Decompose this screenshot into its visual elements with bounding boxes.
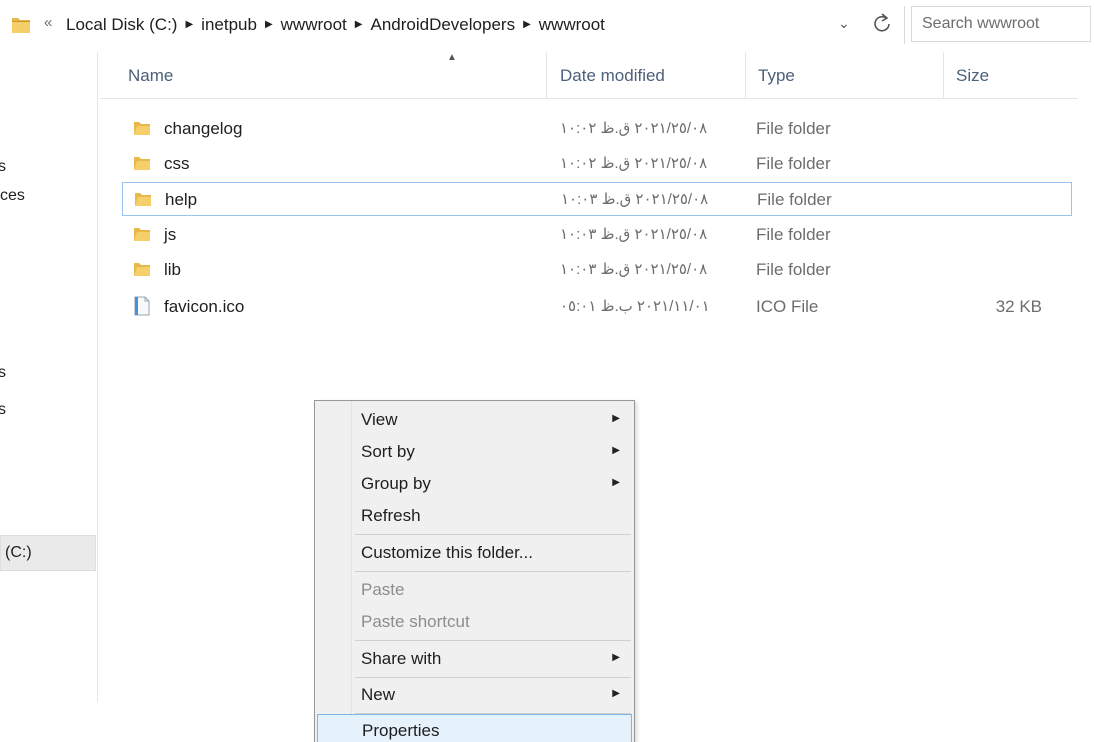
- submenu-arrow-icon: ▶: [612, 688, 620, 699]
- breadcrumb-separator-icon[interactable]: ▶: [185, 19, 193, 30]
- context-menu-item-properties[interactable]: Properties: [317, 714, 632, 742]
- column-header-size[interactable]: Size: [956, 66, 989, 86]
- file-row-changelog[interactable]: changelog ٢٠٢١/٢٥/٠٨ ق.ظ ١٠:٠٢ File fold…: [122, 112, 1072, 146]
- menu-item-label: Group by: [361, 474, 431, 493]
- file-size: 32 KB: [995, 297, 1042, 316]
- file-type: File folder: [756, 154, 831, 173]
- context-menu-item-customize-folder[interactable]: Customize this folder...: [317, 537, 632, 569]
- refresh-icon[interactable]: [870, 11, 894, 37]
- file-explorer-window: « Local Disk (C:) ▶ inetpub ▶ wwwroot ▶ …: [0, 0, 1094, 742]
- file-name: changelog: [164, 119, 243, 138]
- column-headers: ▲ Name Date modified Type Size: [100, 52, 1078, 99]
- file-date-modified: ٢٠٢١/٢٥/٠٨ ق.ظ ١٠:٠٣: [560, 226, 708, 243]
- navigation-pane[interactable]: s ces s s (C:): [0, 52, 98, 702]
- context-menu: View ▶ Sort by ▶ Group by ▶ Refresh Cust…: [314, 400, 635, 742]
- menu-item-label: Paste shortcut: [361, 612, 470, 631]
- breadcrumb-wwwroot[interactable]: wwwroot: [281, 15, 347, 35]
- file-type: ICO File: [756, 297, 819, 316]
- file-date-modified: ٢٠٢١/٢٥/٠٨ ق.ظ ١٠:٠٢: [560, 155, 708, 172]
- context-menu-item-paste-shortcut[interactable]: Paste shortcut: [317, 606, 632, 638]
- file-row-favicon[interactable]: favicon.ico ٢٠٢١/١١/٠١ ب.ظ ٠٥:٠١ ICO Fil…: [122, 290, 1072, 324]
- file-date-modified: ٢٠٢١/١١/٠١ ب.ظ ٠٥:٠١: [560, 298, 710, 315]
- file-name: css: [164, 154, 190, 173]
- nav-item[interactable]: s: [0, 401, 6, 419]
- breadcrumb-inetpub[interactable]: inetpub: [201, 15, 257, 35]
- file-type: File folder: [756, 260, 831, 279]
- breadcrumb-current-wwwroot[interactable]: wwwroot: [539, 15, 605, 35]
- nav-item[interactable]: ces: [0, 187, 25, 205]
- folder-icon: [12, 18, 30, 33]
- menu-separator: [355, 571, 631, 572]
- breadcrumb: Local Disk (C:) ▶ inetpub ▶ wwwroot ▶ An…: [66, 15, 605, 35]
- file-type: File folder: [756, 225, 831, 244]
- file-date-modified: ٢٠٢١/٢٥/٠٨ ق.ظ ١٠:٠٢: [560, 120, 708, 137]
- folder-icon: [135, 193, 151, 206]
- context-menu-item-paste[interactable]: Paste: [317, 574, 632, 606]
- breadcrumb-separator-icon[interactable]: ▶: [523, 19, 531, 30]
- file-date-modified: ٢٠٢١/٢٥/٠٨ ق.ظ ١٠:٠٣: [560, 261, 708, 278]
- menu-item-label: Customize this folder...: [361, 543, 533, 562]
- file-row-css[interactable]: css ٢٠٢١/٢٥/٠٨ ق.ظ ١٠:٠٢ File folder: [122, 147, 1072, 181]
- column-divider[interactable]: [745, 52, 746, 98]
- breadcrumb-overflow-chevron[interactable]: «: [44, 14, 52, 31]
- chevron-down-icon[interactable]: ⌄: [838, 15, 850, 32]
- file-name: favicon.ico: [164, 297, 245, 316]
- menu-item-label: Paste: [361, 580, 405, 599]
- context-menu-item-view[interactable]: View ▶: [317, 404, 632, 436]
- menu-item-label: New: [361, 685, 396, 704]
- file-name: help: [165, 190, 198, 209]
- file-type: File folder: [756, 119, 831, 138]
- menu-separator: [355, 677, 631, 678]
- menu-item-label: View: [361, 410, 398, 429]
- breadcrumb-local-disk[interactable]: Local Disk (C:): [66, 15, 177, 35]
- file-date-modified: ٢٠٢١/٢٥/٠٨ ق.ظ ١٠:٠٣: [561, 191, 709, 208]
- breadcrumb-separator-icon[interactable]: ▶: [265, 19, 273, 30]
- context-menu-item-group-by[interactable]: Group by ▶: [317, 468, 632, 500]
- nav-item[interactable]: s: [0, 364, 6, 382]
- submenu-arrow-icon: ▶: [612, 477, 620, 488]
- context-menu-item-sort-by[interactable]: Sort by ▶: [317, 436, 632, 468]
- folder-icon: [134, 122, 150, 135]
- nav-item-local-disk[interactable]: (C:): [0, 535, 96, 571]
- menu-separator: [355, 534, 631, 535]
- breadcrumb-androiddevelopers[interactable]: AndroidDevelopers: [370, 15, 515, 35]
- menu-item-label: Properties: [362, 721, 440, 740]
- ico-file-icon: [134, 296, 150, 316]
- submenu-arrow-icon: ▶: [612, 445, 620, 456]
- folder-icon: [134, 228, 150, 241]
- submenu-arrow-icon: ▶: [612, 413, 620, 424]
- context-menu-item-new[interactable]: New ▶: [317, 679, 632, 711]
- menu-item-label: Share with: [361, 649, 442, 668]
- column-divider[interactable]: [943, 52, 944, 98]
- column-divider[interactable]: [546, 52, 547, 98]
- file-type: File folder: [757, 190, 832, 209]
- column-header-type[interactable]: Type: [758, 66, 795, 86]
- sort-ascending-icon: ▲: [447, 52, 457, 63]
- column-header-name[interactable]: Name: [128, 66, 173, 86]
- column-header-date-modified[interactable]: Date modified: [560, 66, 665, 86]
- breadcrumb-separator-icon[interactable]: ▶: [355, 19, 363, 30]
- submenu-arrow-icon: ▶: [612, 652, 620, 663]
- file-row-lib[interactable]: lib ٢٠٢١/٢٥/٠٨ ق.ظ ١٠:٠٣ File folder: [122, 253, 1072, 287]
- address-box[interactable]: « Local Disk (C:) ▶ inetpub ▶ wwwroot ▶ …: [0, 6, 905, 44]
- file-row-js[interactable]: js ٢٠٢١/٢٥/٠٨ ق.ظ ١٠:٠٣ File folder: [122, 218, 1072, 252]
- file-name: js: [164, 225, 177, 244]
- menu-item-label: Sort by: [361, 442, 415, 461]
- folder-icon: [134, 263, 150, 276]
- search-input[interactable]: [911, 6, 1091, 42]
- context-menu-item-share-with[interactable]: Share with ▶: [317, 643, 632, 675]
- context-menu-item-refresh[interactable]: Refresh: [317, 500, 632, 532]
- folder-icon: [134, 157, 150, 170]
- file-row-help[interactable]: help ٢٠٢١/٢٥/٠٨ ق.ظ ١٠:٠٣ File folder: [122, 182, 1072, 216]
- nav-item[interactable]: s: [0, 158, 6, 176]
- menu-item-label: Refresh: [361, 506, 421, 525]
- address-bar: « Local Disk (C:) ▶ inetpub ▶ wwwroot ▶ …: [0, 0, 1094, 52]
- file-name: lib: [164, 260, 182, 279]
- menu-separator: [355, 640, 631, 641]
